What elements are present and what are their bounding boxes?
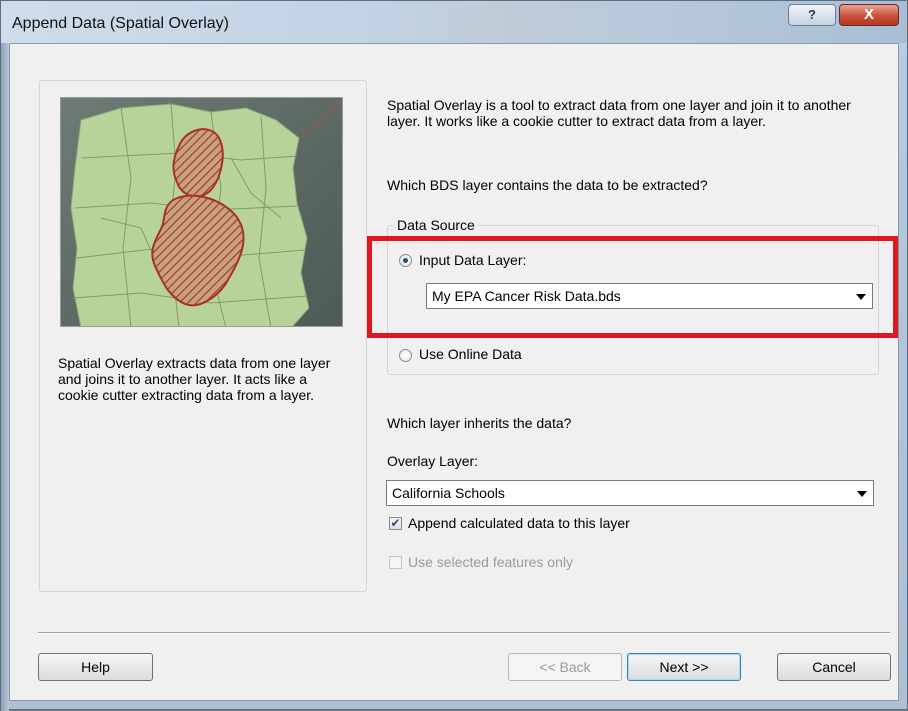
append-data-checkbox[interactable]: ✔ [389,517,402,530]
help-title-button[interactable]: ? [788,4,836,26]
data-source-legend: Data Source [394,217,478,233]
overlay-question: Which layer inherits the data? [387,415,572,431]
radio-selected-dot [403,258,408,263]
close-icon: X [863,6,874,23]
help-button[interactable]: Help [38,653,153,681]
input-data-layer-label: Input Data Layer: [419,252,527,268]
use-online-data-radio[interactable] [399,349,412,362]
back-button[interactable]: << Back [508,653,622,681]
cancel-button[interactable]: Cancel [777,653,891,681]
use-selected-features-label: Use selected features only [408,554,573,570]
intro-text: Spatial Overlay is a tool to extract dat… [387,97,851,129]
next-button[interactable]: Next >> [627,653,741,681]
chevron-down-icon [857,491,867,497]
title-bar[interactable]: Append Data (Spatial Overlay) ? X [1,1,907,43]
dialog-client-area: Spatial Overlay extracts data from one l… [9,43,899,701]
use-online-data-label: Use Online Data [419,346,522,362]
input-data-layer-value: My EPA Cancer Risk Data.bds [432,288,621,304]
overlay-layer-label: Overlay Layer: [387,453,479,469]
overlay-layer-dropdown[interactable]: California Schools [386,480,874,506]
overlay-layer-value: California Schools [392,485,505,501]
illustration-description: Spatial Overlay extracts data from one l… [58,355,331,403]
dialog-window: Append Data (Spatial Overlay) ? X Spatia… [0,0,908,711]
input-data-layer-radio[interactable] [399,254,412,267]
window-title: Append Data (Spatial Overlay) [12,15,229,32]
window-frame-edge [1,43,9,711]
source-question: Which BDS layer contains the data to be … [387,177,708,193]
button-separator [38,632,890,634]
append-data-label: Append calculated data to this layer [408,515,630,531]
input-data-layer-dropdown[interactable]: My EPA Cancer Risk Data.bds [426,283,873,309]
question-icon: ? [808,7,816,22]
close-button[interactable]: X [839,4,899,26]
illustration-panel: Spatial Overlay extracts data from one l… [39,80,367,592]
checkmark-icon: ✔ [390,516,401,530]
map-illustration [61,98,342,326]
spatial-overlay-map-image [60,97,343,327]
use-selected-features-checkbox[interactable] [389,556,402,569]
chevron-down-icon [856,294,866,300]
